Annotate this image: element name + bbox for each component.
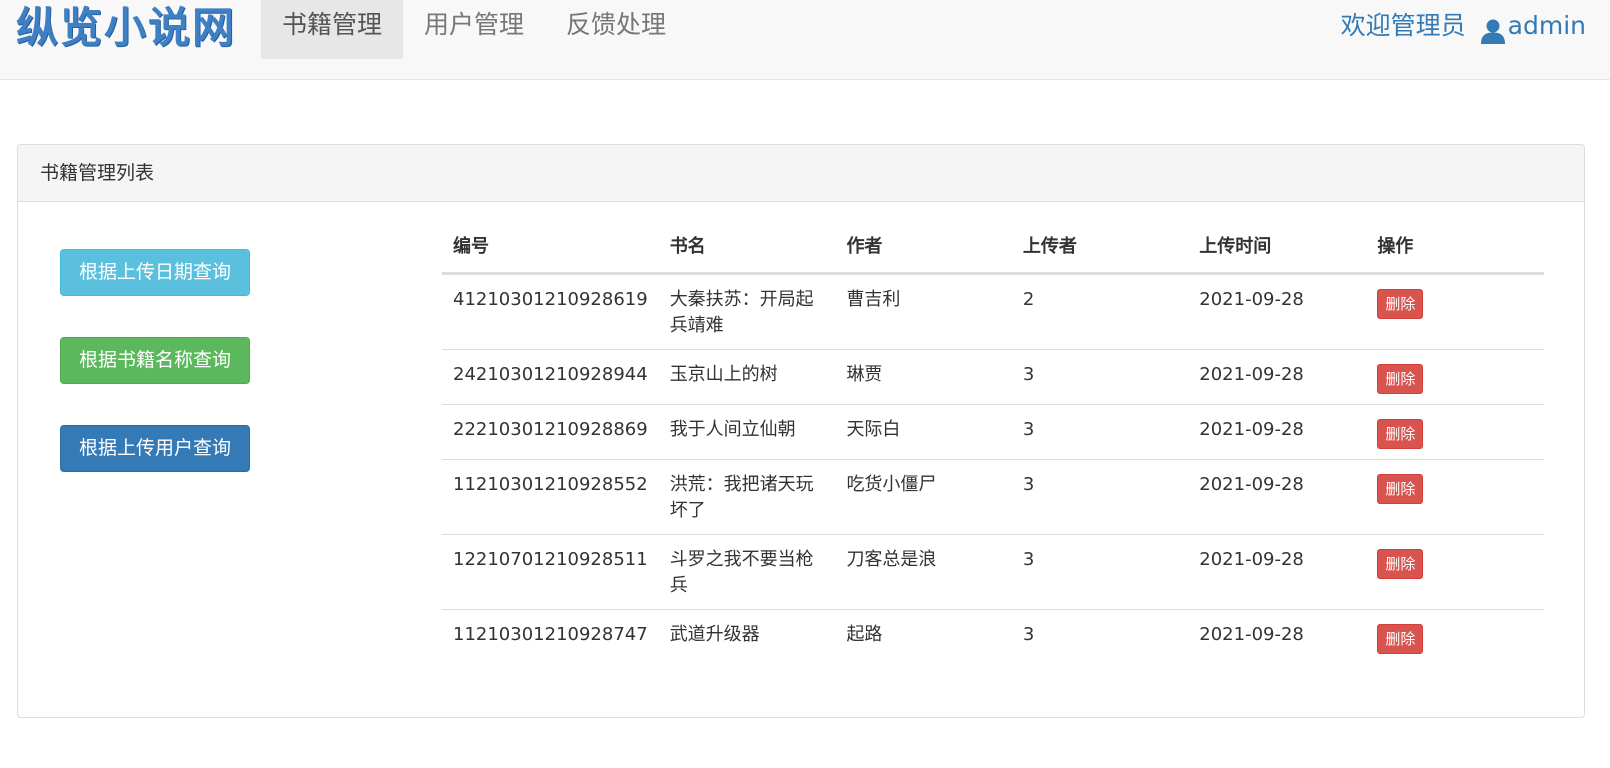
table-row: 11210301210928552 洪荒：我把诸天玩坏了 吃货小僵尸 3 202… <box>442 458 1544 534</box>
nav-tab-book-management[interactable]: 书籍管理 <box>261 0 404 59</box>
cell-uploader: 3 <box>1011 533 1189 609</box>
table-row: 41210301210928619 大秦扶苏：开局起兵靖难 曹吉利 2 2021… <box>442 273 1544 349</box>
delete-button[interactable]: 删除 <box>1377 548 1424 579</box>
cell-operation: 删除 <box>1366 608 1544 664</box>
cell-time: 2021-09-28 <box>1188 533 1367 609</box>
cell-operation: 删除 <box>1366 533 1544 609</box>
header-operation: 操作 <box>1366 225 1544 275</box>
table-row: 12210701210928511 斗罗之我不要当枪兵 刀客总是浪 3 2021… <box>442 533 1544 609</box>
cell-time: 2021-09-28 <box>1188 403 1367 459</box>
table-row: 22210301210928869 我于人间立仙朝 天际白 3 2021-09-… <box>442 403 1544 459</box>
query-by-upload-user-button[interactable]: 根据上传用户查询 <box>60 425 250 472</box>
cell-operation: 删除 <box>1366 273 1544 349</box>
cell-name: 大秦扶苏：开局起兵靖难 <box>669 288 814 336</box>
cell-author: 起路 <box>835 608 1012 664</box>
cell-author: 琳贾 <box>835 348 1012 404</box>
cell-author: 曹吉利 <box>846 288 901 310</box>
cell-id: 12210701210928511 <box>442 533 659 609</box>
cell-id: 41210301210928619 <box>453 288 648 310</box>
cell-uploader: 3 <box>1011 403 1189 459</box>
cell-author: 天际白 <box>835 403 1012 459</box>
header-id: 编号 <box>442 225 659 275</box>
delete-button[interactable]: 删除 <box>1377 288 1424 319</box>
cell-operation: 删除 <box>1366 403 1544 459</box>
delete-button[interactable]: 删除 <box>1377 418 1424 449</box>
cell-time: 2021-09-28 <box>1188 458 1367 534</box>
book-management-panel: 书籍管理列表 根据上传日期查询 根据书籍名称查询 根据上传用户查询 编号 书名 … <box>17 144 1585 718</box>
table-header-row: 编号 书名 作者 上传者 上传时间 操作 <box>442 225 1544 275</box>
cell-uploader: 2 <box>1022 288 1035 310</box>
welcome-area: 欢迎管理员 admin <box>1341 0 1586 52</box>
cell-uploader: 3 <box>1011 348 1189 404</box>
book-table: 编号 书名 作者 上传者 上传时间 操作 41210301210928619 大… <box>442 225 1544 664</box>
welcome-text: 欢迎管理员 <box>1340 11 1466 40</box>
navbar: 纵览小说网 书籍管理 用户管理 反馈处理 欢迎管理员 admin <box>0 0 1610 80</box>
cell-uploader: 3 <box>1011 458 1189 534</box>
cell-id: 11210301210928552 <box>442 458 659 534</box>
header-name: 书名 <box>658 225 836 275</box>
cell-name: 武道升级器 <box>658 608 836 664</box>
cell-id: 11210301210928747 <box>442 608 659 664</box>
delete-button[interactable]: 删除 <box>1377 363 1424 394</box>
cell-uploader: 3 <box>1011 608 1189 664</box>
site-logo[interactable]: 纵览小说网 <box>16 2 236 54</box>
cell-operation: 删除 <box>1366 458 1544 534</box>
query-by-upload-date-button[interactable]: 根据上传日期查询 <box>60 249 250 296</box>
cell-name: 斗罗之我不要当枪兵 <box>658 533 836 609</box>
cell-name: 洪荒：我把诸天玩坏了 <box>658 458 836 534</box>
cell-name: 我于人间立仙朝 <box>658 403 836 459</box>
nav-tab-user-management[interactable]: 用户管理 <box>403 0 545 59</box>
cell-time: 2021-09-28 <box>1188 608 1367 664</box>
cell-time: 2021-09-28 <box>1199 288 1304 310</box>
cell-author: 吃货小僵尸 <box>835 458 1012 534</box>
user-icon <box>1480 10 1506 44</box>
header-upload-time: 上传时间 <box>1188 225 1367 275</box>
delete-button[interactable]: 删除 <box>1377 623 1424 654</box>
table-row: 11210301210928747 武道升级器 起路 3 2021-09-28 … <box>442 608 1544 664</box>
nav-list: 书籍管理 用户管理 反馈处理 <box>261 0 687 59</box>
username-link[interactable]: admin <box>1508 0 1586 52</box>
nav-tab-feedback[interactable]: 反馈处理 <box>545 0 687 59</box>
delete-button[interactable]: 删除 <box>1377 473 1424 504</box>
cell-name: 玉京山上的树 <box>658 348 836 404</box>
cell-author: 刀客总是浪 <box>835 533 1012 609</box>
header-uploader: 上传者 <box>1011 225 1189 275</box>
cell-id: 24210301210928944 <box>442 348 659 404</box>
header-author: 作者 <box>835 225 1012 275</box>
cell-time: 2021-09-28 <box>1188 348 1367 404</box>
query-by-book-name-button[interactable]: 根据书籍名称查询 <box>60 337 250 384</box>
cell-id: 22210301210928869 <box>442 403 659 459</box>
panel-title: 书籍管理列表 <box>18 145 1584 202</box>
table-row: 24210301210928944 玉京山上的树 琳贾 3 2021-09-28… <box>442 348 1544 404</box>
cell-operation: 删除 <box>1366 348 1544 404</box>
